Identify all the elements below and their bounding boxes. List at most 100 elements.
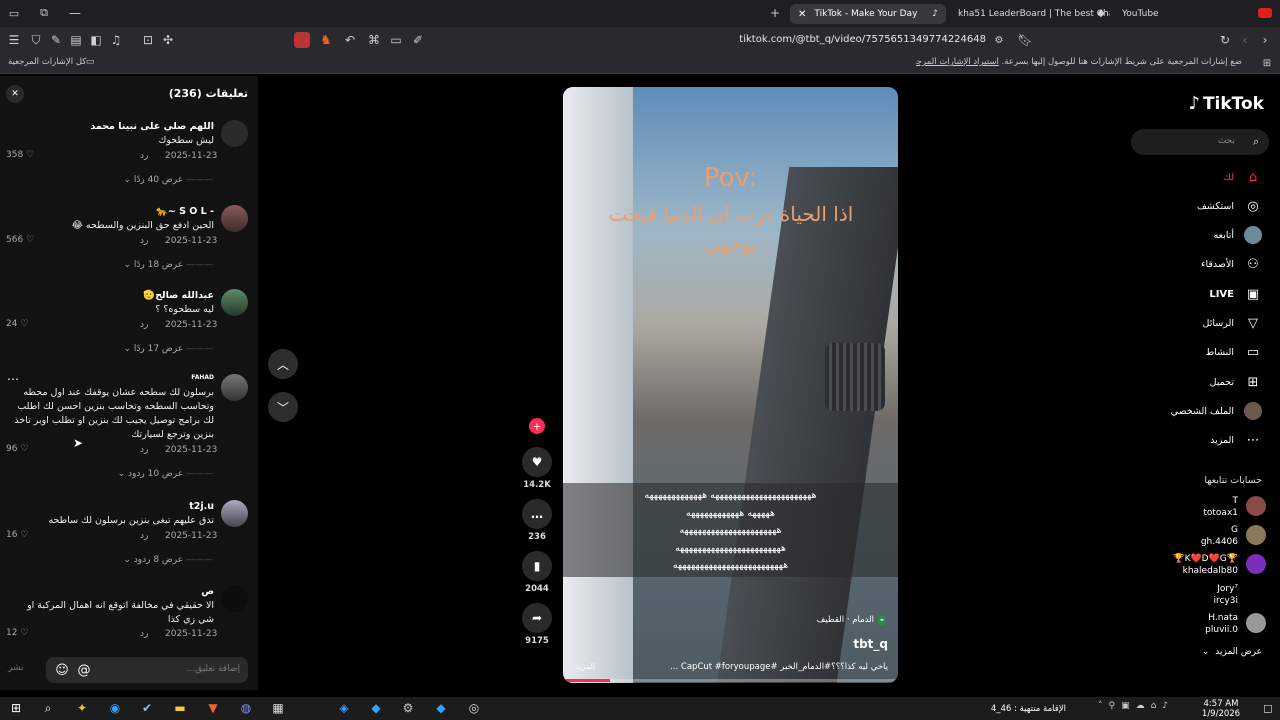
reply-button[interactable]: رد [140,445,148,455]
search-icon[interactable]: ⌕ [1249,135,1263,149]
copilot-icon[interactable]: ✦ [72,699,92,717]
app-icon[interactable]: ◎ [464,699,484,717]
residency-notice[interactable]: الإقامة منتهية : 46_4 [976,704,1066,714]
close-tab-icon[interactable]: ✕ [798,9,806,20]
view-replies-button[interactable]: ——— عرض 40 ردًا ⌄ [123,175,213,185]
close-comments-icon[interactable]: ✕ [6,85,24,103]
avatar[interactable] [221,585,248,612]
nav-activity[interactable]: ▭ النشاط [1205,343,1262,361]
folder-icon[interactable]: ▬ [170,699,190,717]
like-action[interactable]: ♥ 14.2K [521,447,553,490]
avatar[interactable] [221,120,248,147]
sidebar-toggle-icon[interactable]: ▭ [6,6,22,20]
following-account[interactable]: Ggh.4406 [1201,524,1238,548]
reader-icon[interactable]: ▭ [388,33,404,47]
view-replies-button[interactable]: ——— عرض 17 ردًا ⌄ [123,344,213,354]
heart-outline-icon[interactable]: ♡ [20,628,28,638]
reply-button[interactable]: رد [140,151,148,161]
more-options-icon[interactable]: ⋯ [6,372,20,386]
app-icon[interactable]: ◆ [431,699,451,717]
all-bookmarks-link[interactable]: كل الإشارات المرجعية [8,57,86,67]
app-icon[interactable]: ◈ [334,699,354,717]
following-account[interactable]: Ttotoax1 [1203,495,1238,519]
avatar[interactable] [221,289,248,316]
avatar[interactable] [221,500,248,527]
previous-video-button[interactable]: ︿ [268,349,298,379]
nav-explore[interactable]: ◎ استكشف [1197,197,1262,215]
bookmark-icon[interactable]: 🔖︎ [1017,33,1032,47]
comment-author[interactable]: FAHAD [191,374,214,381]
heart-icon[interactable]: ♥ [522,447,552,477]
video-player[interactable]: Pov: اذا الحياة درت ان الدنيا فتحت بوجهي… [563,87,898,683]
edit-icon[interactable]: ✐ [410,33,426,47]
app-icon[interactable]: ◆ [366,699,386,717]
tab-leaderboard[interactable]: kha51 LeaderBoard | The best ChatBo [950,4,1110,24]
reply-button[interactable]: رد [140,236,148,246]
start-icon[interactable]: ⊞ [6,699,26,717]
notification-icon[interactable]: ◻ [1258,699,1278,717]
next-video-button[interactable]: ﹀ [268,392,298,422]
heart-outline-icon[interactable]: ♡ [26,235,34,245]
heart-outline-icon[interactable]: ♡ [20,530,28,540]
view-replies-button[interactable]: ——— عرض 8 ردود ⌄ [123,555,213,565]
new-tab-icon[interactable]: + [768,6,782,20]
system-tray-icons[interactable]: ˄⚲▣☁⌂♪ [1098,701,1174,711]
share-action[interactable]: ➦ 9175 [521,603,553,646]
screenshot-icon[interactable]: ⊡ [140,33,156,47]
nav-friends[interactable]: ⚇ الأصدقاء [1201,255,1262,273]
search-input[interactable]: ⌕ بحث [1131,129,1269,155]
view-replies-button[interactable]: ——— عرض 10 ردود ⌄ [118,469,213,479]
menu-icon[interactable]: ☰ [6,33,22,47]
tiktok-logo[interactable]: ♪ TikTok [1188,93,1264,114]
avatar[interactable] [221,374,248,401]
see-more-link[interactable]: المزيد [575,662,595,671]
bookmark-icon[interactable]: ▮ [522,551,552,581]
site-settings-icon[interactable]: ⚙ [992,33,1006,47]
comment-action[interactable]: … 236 [521,499,553,542]
following-account[interactable]: 🏆K❤️D❤️G🏆 khaledalb80 [1173,553,1238,577]
reload-icon[interactable]: ↻ [1218,33,1232,47]
nav-messages[interactable]: ▽ الرسائل [1203,314,1262,332]
nav-live[interactable]: ▣ LIVE [1209,285,1262,303]
location-tag[interactable]: ⌖ الدمام · القطيف [817,615,886,625]
emoji-icon[interactable]: ☺ [54,662,70,678]
tab-tiktok[interactable]: ✕ TikTok - Make Your Day ♪ [790,4,946,24]
settings-icon[interactable]: ⚙ [398,699,418,717]
brave-icon[interactable]: ▼ [203,699,223,717]
sidebar-icon[interactable]: ◧ [88,33,104,47]
comment-author[interactable]: اللهم صلي على نبينا محمد [90,121,214,132]
comment-input[interactable]: ☺ @ إضافة تعليق... [46,657,248,683]
comment-author[interactable]: ص [201,586,214,597]
address-bar[interactable]: tiktok.com/@tbt_q/video/7575651349774224… [700,34,986,45]
comment-author[interactable]: عبدالله صالح🫡 [143,290,214,301]
heart-outline-icon[interactable]: ♡ [20,319,28,329]
minimize-icon[interactable]: — [66,6,84,20]
mention-icon[interactable]: @ [76,662,92,678]
see-more-button[interactable]: عرض المزيد ⌄ [1202,647,1262,657]
import-bookmarks-link[interactable]: استيراد الإشارات المرجعية الآن... [916,57,999,67]
reply-button[interactable]: رد [140,531,148,541]
following-account[interactable]: Jory⁷ ircy3i [1213,583,1238,607]
view-replies-button[interactable]: ——— عرض 18 ردًا ⌄ [123,260,213,270]
alert-extension-icon[interactable] [294,32,310,48]
nav-for-you[interactable]: ⌂ لك [1223,168,1262,186]
video-progress-track[interactable] [563,679,898,682]
video-author[interactable]: tbt_q [853,637,888,651]
forward-icon[interactable]: ‹ [1238,33,1252,47]
edge-icon[interactable]: ◉ [105,699,125,717]
nav-following[interactable]: أتابعه [1214,226,1262,244]
reply-button[interactable]: رد [140,629,148,639]
back-icon[interactable]: › [1258,33,1272,47]
nav-upload[interactable]: ⊞ تحميل [1210,373,1262,391]
comment-bubble-icon[interactable]: … [522,499,552,529]
comment-author[interactable]: t2j.u [189,501,214,512]
store-icon[interactable]: ▦ [268,699,288,717]
avatar[interactable] [221,205,248,232]
avatar[interactable] [1246,496,1266,516]
brave-lion-icon[interactable]: ♞ [318,32,334,48]
translate-icon[interactable]: ⌘ [366,33,382,47]
save-action[interactable]: ▮ 2044 [521,551,553,594]
nav-more[interactable]: ⋯ المزيد [1210,431,1262,449]
heart-outline-icon[interactable]: ♡ [26,150,34,160]
brush-icon[interactable]: ✎ [48,33,64,47]
